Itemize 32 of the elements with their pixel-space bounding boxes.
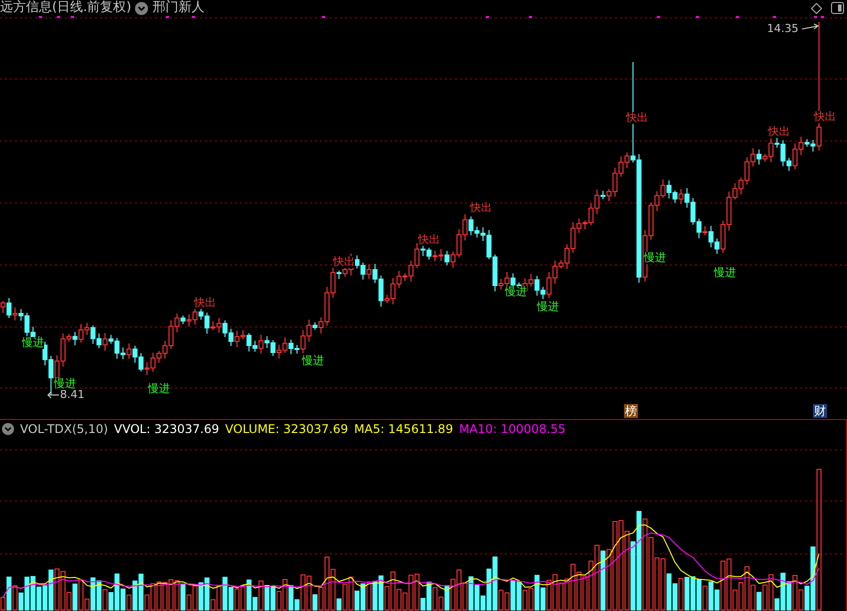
signal-label: 快出 <box>194 297 216 309</box>
signal-label: 快出 <box>768 126 790 138</box>
signal-label: 慢进 <box>302 355 324 367</box>
signal-label: 快出 <box>333 256 355 268</box>
legend-label: VVOL: 323037.69 <box>114 422 220 436</box>
signal-label: 慢进 <box>714 267 736 279</box>
signal-label: 快出 <box>470 202 492 214</box>
indicator-name[interactable]: 邢门新人 <box>152 0 204 16</box>
panel-toggle-icon[interactable] <box>831 2 844 14</box>
signal-label: 快出 <box>418 234 440 246</box>
low-price-label: 8.41 <box>60 388 84 402</box>
legend-label: VOLUME: 323037.69 <box>225 422 348 436</box>
arrow-icon <box>802 23 819 31</box>
signal-label: 慢进 <box>148 383 170 395</box>
high-price-label: 14.35 <box>767 22 798 36</box>
chevron-down-icon[interactable] <box>2 423 14 435</box>
diamond-icon[interactable] <box>811 3 822 14</box>
event-badge[interactable]: 财 <box>813 404 827 418</box>
signal-label: 慢进 <box>537 301 559 313</box>
stock-title: 远方信息(日线.前复权) <box>0 0 132 16</box>
arrow-icon <box>47 391 59 399</box>
legend-label: VOL-TDX(5,10) <box>20 422 108 436</box>
legend-label: MA10: 100008.55 <box>459 422 566 436</box>
legend-label: MA5: 145611.89 <box>354 422 454 436</box>
event-badge[interactable]: 榜 <box>624 404 638 418</box>
signal-label: 快出 <box>814 111 836 123</box>
signal-label: 慢进 <box>644 252 666 264</box>
signal-label: 慢进 <box>22 337 44 349</box>
signal-label: 慢进 <box>54 378 76 390</box>
signal-label: 快出 <box>626 112 648 124</box>
chevron-down-icon[interactable] <box>135 2 148 14</box>
signal-label: 慢进 <box>505 286 527 298</box>
